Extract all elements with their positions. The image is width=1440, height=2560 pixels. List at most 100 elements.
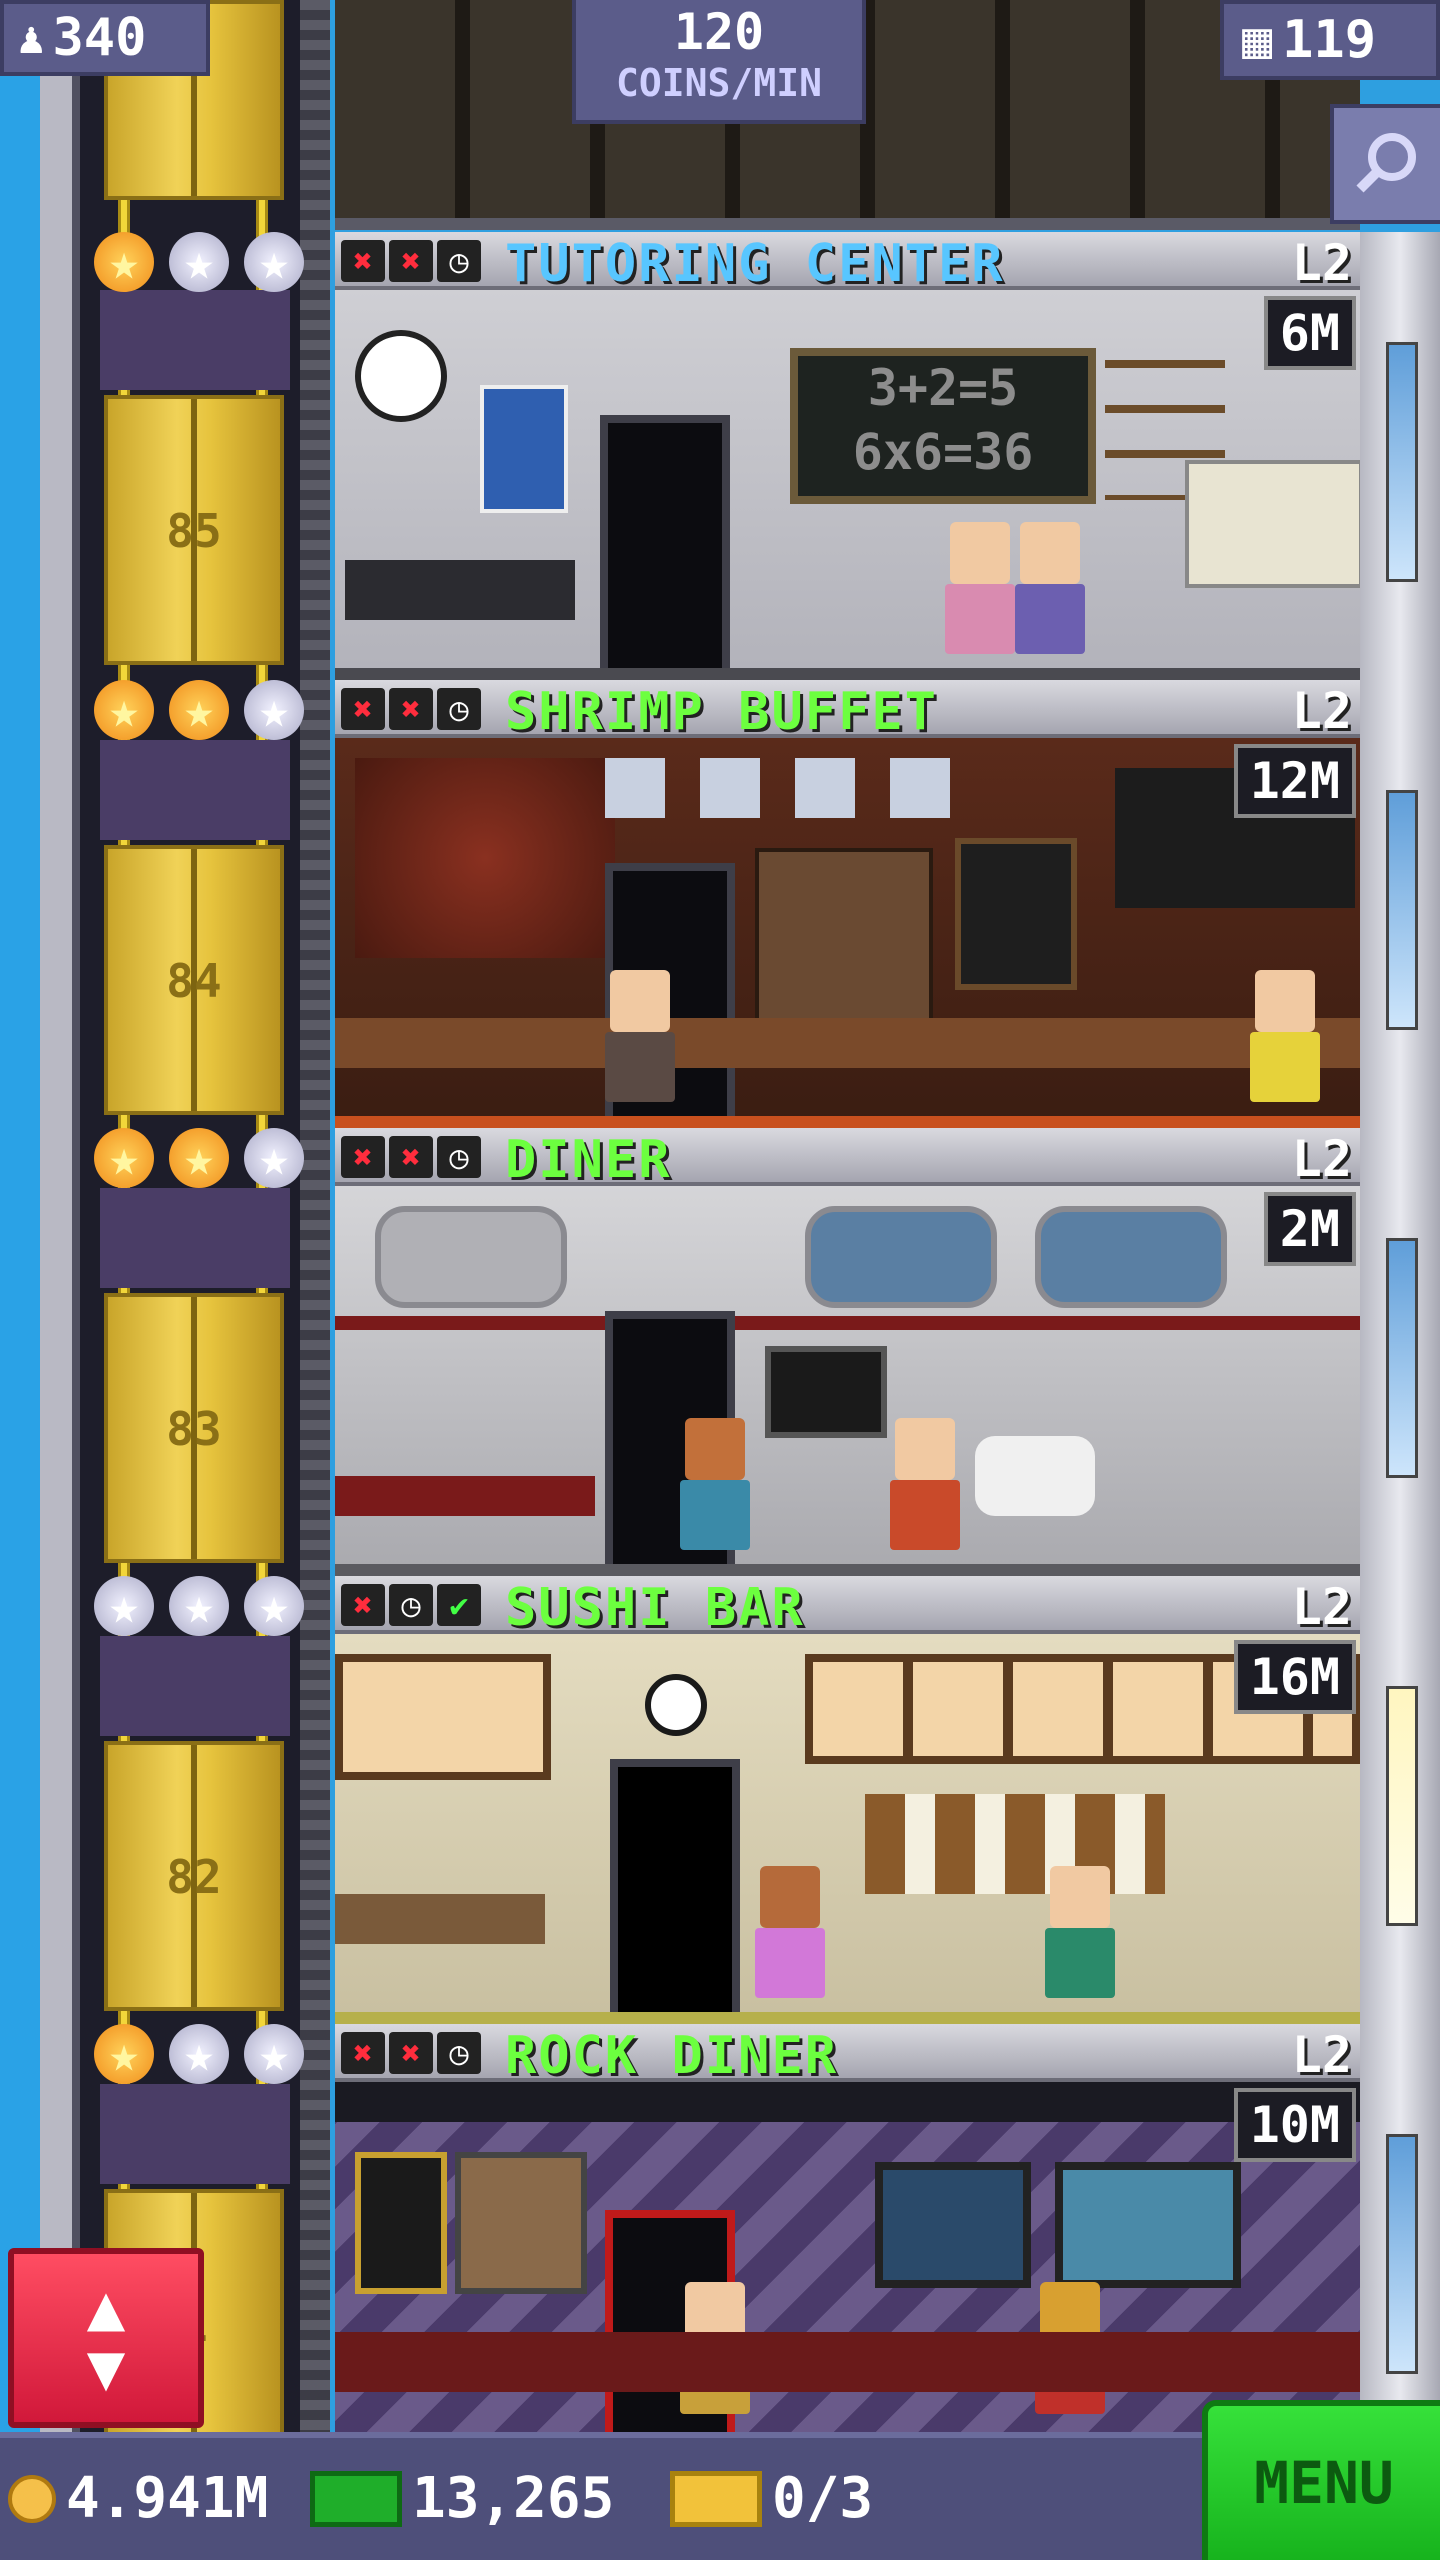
floor-sushi-bar[interactable]: ✖ ◷ ✔ SUSHI BAR L2 16M [335, 1576, 1360, 2024]
door [610, 1759, 740, 2024]
floor-level: L2 [1291, 1578, 1352, 1636]
elevator-car[interactable]: 84 [104, 845, 284, 1115]
floor-stars: ★ ★ ★ [94, 232, 304, 292]
search-button[interactable] [1330, 104, 1440, 224]
population-value: 340 [52, 8, 147, 68]
clock-icon: ◷ [437, 1136, 481, 1178]
floor-interior [335, 2082, 1360, 2440]
tower-side-panel [1360, 680, 1440, 1128]
ceiling [335, 2082, 1360, 2122]
clock-icon: ◷ [437, 240, 481, 282]
wall-frame [1055, 2162, 1241, 2288]
resident[interactable] [605, 970, 675, 1120]
apple-poster [480, 385, 568, 513]
menu-label: MENU [1254, 2449, 1394, 2517]
status-icons: ✖ ◷ ✔ [341, 1584, 481, 1626]
bux-icon [310, 2470, 402, 2527]
x-icon: ✖ [389, 688, 433, 730]
record-frame [355, 2152, 447, 2294]
resident[interactable] [890, 1418, 960, 1568]
floor-tutoring-center[interactable]: ✖ ✖ ◷ TUTORING CENTER L2 3+2=5 6x6=36 6M [335, 232, 1360, 680]
tower-window [1386, 1238, 1418, 1478]
wall-frame [955, 838, 1077, 990]
floor-level: L2 [1291, 1130, 1352, 1188]
star-icon: ★ [169, 1576, 229, 1636]
resident[interactable] [680, 1418, 750, 1568]
floor-stars: ★ ★ ★ [94, 2024, 304, 2084]
tower-window [1386, 2134, 1418, 2374]
tower-window [1386, 342, 1418, 582]
coins-per-minute-value: 120 [673, 3, 765, 61]
floor-interior [335, 1634, 1360, 2024]
wall-decor [355, 758, 615, 958]
resident[interactable] [755, 1866, 825, 2016]
coins-value: 4.941M [66, 2466, 269, 2531]
star-icon: ★ [169, 1128, 229, 1188]
floor-name: SHRIMP BUFFET [505, 682, 938, 742]
tower-side-panel [1360, 1576, 1440, 2024]
star-icon: ★ [244, 1576, 304, 1636]
wall-frame [875, 2162, 1031, 2288]
coins-display[interactable]: 4.941M [8, 2466, 268, 2531]
check-icon: ✔ [437, 1584, 481, 1626]
ticket-icon [670, 2470, 762, 2527]
status-icons: ✖ ✖ ◷ [341, 240, 481, 282]
menu-board [765, 1346, 887, 1438]
floor-header: ✖ ✖ ◷ TUTORING CENTER L2 [335, 232, 1360, 294]
menu-button[interactable]: MENU [1202, 2400, 1440, 2560]
shaft-segment [100, 2084, 290, 2184]
tower-side-panel [1360, 232, 1440, 680]
star-icon: ★ [94, 1128, 154, 1188]
booth [335, 1476, 595, 1516]
population-counter[interactable]: ♟ 340 [0, 0, 210, 76]
counter [335, 1894, 545, 1944]
floor-base [335, 1564, 1360, 1576]
star-icon: ★ [94, 232, 154, 292]
polar-bear[interactable] [975, 1436, 1095, 1516]
floor-diner[interactable]: ✖ ✖ ◷ DINER L2 2M [335, 1128, 1360, 1576]
floor-header: ✖ ◷ ✔ SUSHI BAR L2 [335, 1576, 1360, 1638]
chalkboard-line-1: 3+2=5 [867, 359, 1019, 417]
resident[interactable] [1045, 1866, 1115, 2016]
restock-timer: 10M [1233, 2088, 1356, 2162]
star-icon: ★ [94, 2024, 154, 2084]
computer [1185, 460, 1360, 588]
tower-side-panel [1360, 2024, 1440, 2440]
floors-counter[interactable]: ▦ 119 [1220, 0, 1440, 80]
floor-name: ROCK DINER [505, 2026, 839, 2086]
bux-display[interactable]: 13,265 [310, 2466, 614, 2531]
x-icon: ✖ [341, 240, 385, 282]
shaft-segment [100, 290, 290, 390]
resident[interactable] [945, 522, 1015, 672]
sky [0, 0, 40, 2440]
resident[interactable] [1250, 970, 1320, 1120]
coins-per-minute-display: 120 COINS/MIN [572, 0, 866, 124]
x-icon: ✖ [341, 688, 385, 730]
elevator-car[interactable]: 82 [104, 1741, 284, 2011]
floor-name: TUTORING CENTER [505, 234, 1005, 294]
elevator-floor-number: 84 [166, 954, 222, 1008]
restock-timer: 2M [1263, 1192, 1356, 1266]
floor-shrimp-buffet[interactable]: ✖ ✖ ◷ SHRIMP BUFFET L2 12M [335, 680, 1360, 1128]
restock-timer: 6M [1263, 296, 1356, 370]
x-icon: ✖ [389, 240, 433, 282]
elevator-car[interactable]: 83 [104, 1293, 284, 1563]
star-icon: ★ [169, 2024, 229, 2084]
elevator-scroll-button[interactable]: ▲ ▼ [8, 2248, 204, 2428]
window [805, 1206, 997, 1308]
elevator-car[interactable]: 85 [104, 395, 284, 665]
floor-rock-diner[interactable]: ✖ ✖ ◷ ROCK DINER L2 10M [335, 2024, 1360, 2440]
resident[interactable] [1015, 522, 1085, 672]
door [600, 415, 730, 680]
tower-window [1386, 1686, 1418, 1926]
tickets-display[interactable]: 0/3 [670, 2466, 873, 2531]
plates [605, 758, 985, 818]
restock-timer: 12M [1233, 744, 1356, 818]
floor-header: ✖ ✖ ◷ ROCK DINER L2 [335, 2024, 1360, 2086]
x-icon: ✖ [341, 1136, 385, 1178]
clock-icon [355, 330, 447, 422]
window [375, 1206, 567, 1308]
building-icon: ▦ [1242, 11, 1273, 69]
floor-header: ✖ ✖ ◷ DINER L2 [335, 1128, 1360, 1190]
wall-stripe [335, 1316, 1360, 1330]
